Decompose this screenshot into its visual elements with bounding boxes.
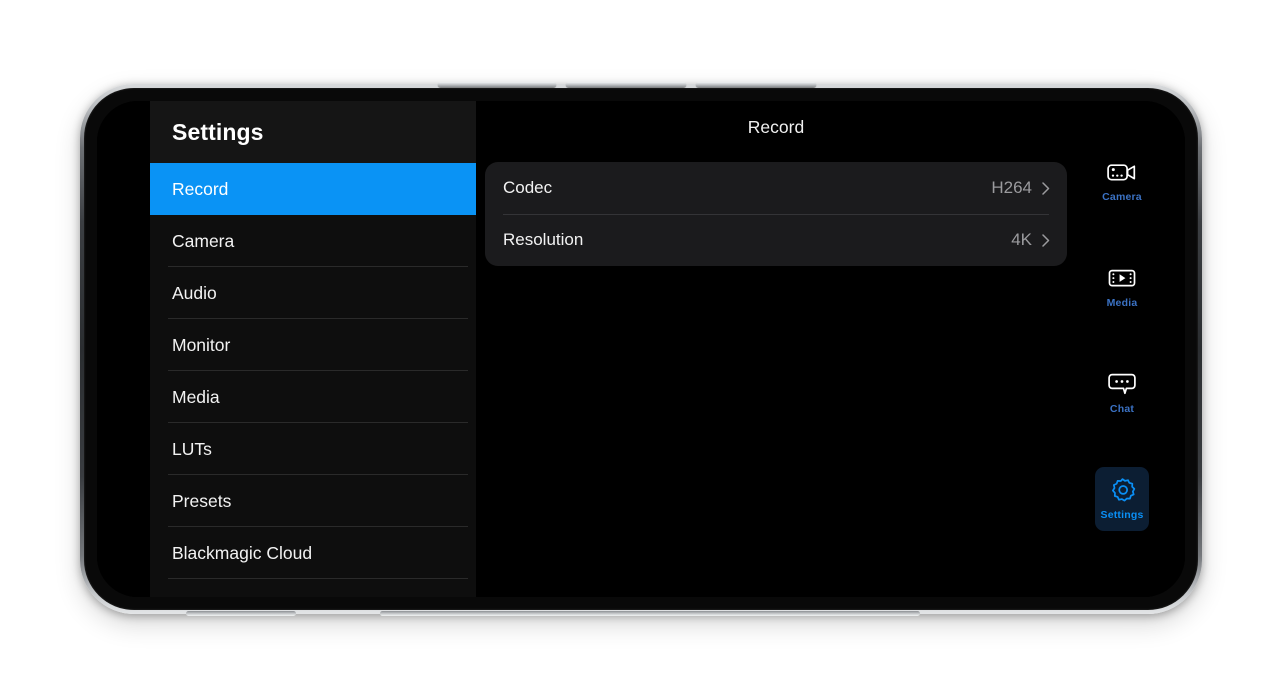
setting-label: Codec [503,178,553,197]
tab-label: Settings [1100,509,1144,521]
sidebar-item-audio[interactable]: Audio [150,267,476,319]
power-button[interactable] [438,82,556,87]
screen-right-margin [1168,101,1185,597]
settings-sidebar: Settings Record Camera Audio Monitor Med… [150,101,476,597]
page-title: Record [747,117,805,137]
setting-row-resolution[interactable]: Resolution 4K [485,214,1067,266]
tab-media[interactable]: Media [1095,255,1149,319]
camera-app: Settings Record Camera Audio Monitor Med… [97,101,1185,597]
settings-content-panel: Record Codec H264 Resolution 4K [476,101,1076,597]
sidebar-title: Settings [172,118,264,145]
bottom-edge-detail-left [186,611,296,616]
phone-frame: Settings Record Camera Audio Monitor Med… [80,82,1202,616]
setting-value: H264 [991,178,1032,197]
tab-chat[interactable]: Chat [1095,361,1149,425]
sidebar-item-label: Camera [172,230,235,251]
sidebar-item-label: Record [172,178,229,199]
tab-rail: Camera Media Chat Settings [1076,101,1168,597]
chevron-right-icon [1042,233,1050,247]
divider [168,578,468,579]
film-strip-play-icon [1107,265,1137,291]
gear-icon [1109,477,1136,503]
record-settings-card: Codec H264 Resolution 4K [485,162,1067,266]
phone-bezel: Settings Record Camera Audio Monitor Med… [84,88,1198,610]
sidebar-item-label: LUTs [172,438,212,459]
sidebar-header: Settings [150,101,476,163]
video-camera-icon [1107,159,1137,185]
setting-value: 4K [1011,230,1032,249]
bottom-edge-detail-right [380,611,920,616]
sidebar-item-label: Blackmagic Cloud [172,542,313,563]
volume-down-button[interactable] [696,82,816,87]
sidebar-item-label: Audio [172,282,217,303]
speech-bubble-icon [1108,371,1136,397]
chevron-right-icon [1042,181,1050,195]
sidebar-item-presets[interactable]: Presets [150,475,476,527]
setting-label: Resolution [503,230,584,249]
sidebar-item-record[interactable]: Record [150,163,476,215]
sidebar-item-blackmagic-cloud[interactable]: Blackmagic Cloud [150,527,476,579]
tab-label: Camera [1102,191,1142,203]
sidebar-menu: Record Camera Audio Monitor Media LUTs P… [150,163,476,597]
sidebar-item-label: Media [172,386,220,407]
sidebar-item-luts[interactable]: LUTs [150,423,476,475]
screenshot-canvas: Settings Record Camera Audio Monitor Med… [0,0,1280,700]
tab-camera[interactable]: Camera [1095,149,1149,213]
volume-up-button[interactable] [566,82,686,87]
phone-screen: Settings Record Camera Audio Monitor Med… [97,101,1185,597]
sidebar-item-monitor[interactable]: Monitor [150,319,476,371]
sidebar-item-media[interactable]: Media [150,371,476,423]
sidebar-item-label: Monitor [172,334,231,355]
tab-settings[interactable]: Settings [1095,467,1149,531]
sidebar-item-label: Presets [172,490,232,511]
sidebar-item-camera[interactable]: Camera [150,215,476,267]
tab-label: Chat [1109,403,1135,415]
tab-label: Media [1106,297,1138,309]
screen-left-margin [97,101,150,597]
setting-row-codec[interactable]: Codec H264 [485,162,1067,214]
